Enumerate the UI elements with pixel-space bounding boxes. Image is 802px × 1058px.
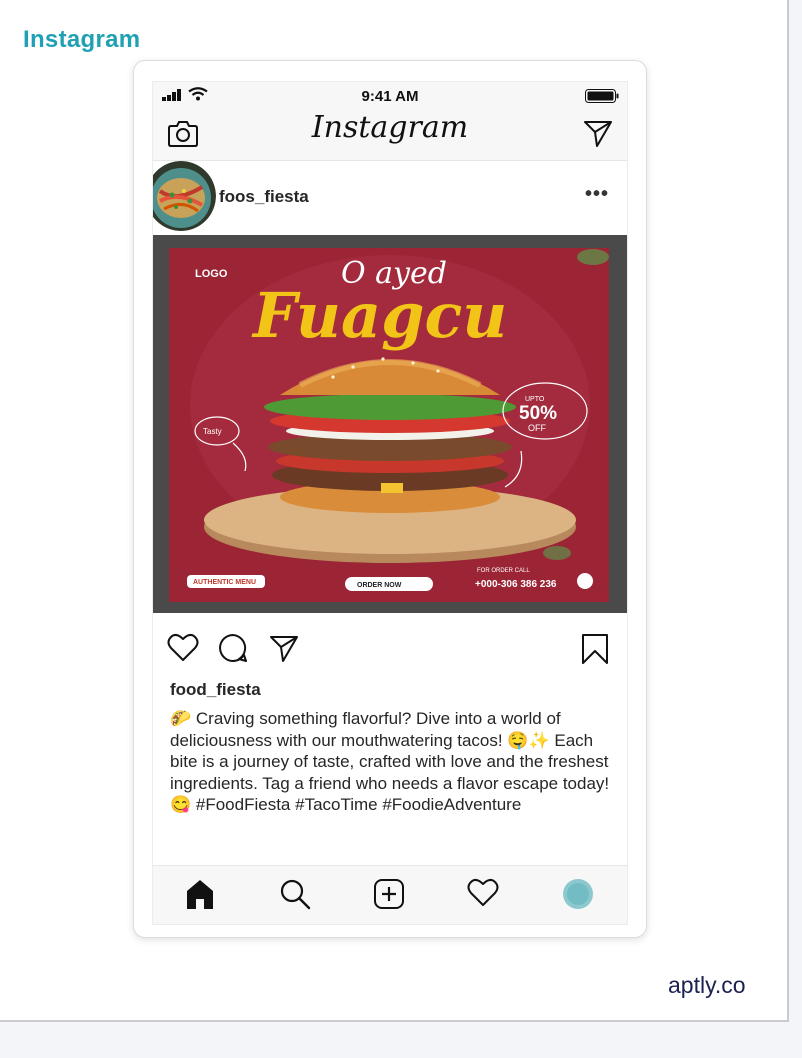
heart-icon[interactable] bbox=[167, 633, 199, 663]
avatar[interactable] bbox=[152, 161, 216, 231]
battery-icon bbox=[585, 89, 619, 103]
burger-promo-graphic: LOGO O ayed Fuagcu UPTO 50% OFF Tasty AU… bbox=[153, 235, 627, 613]
status-time: 9:41 AM bbox=[361, 88, 419, 105]
comment-icon[interactable] bbox=[218, 633, 248, 663]
activity-heart-icon[interactable] bbox=[467, 878, 499, 908]
caption-username[interactable]: food_fiesta bbox=[170, 680, 261, 700]
bookmark-icon[interactable] bbox=[581, 633, 609, 665]
pill-left-text: AUTHENTIC MENU bbox=[193, 579, 256, 586]
pill-center-text: ORDER NOW bbox=[357, 582, 402, 589]
contact-line-1: FOR ORDER CALL bbox=[477, 568, 530, 574]
status-bar: 9:41 AM bbox=[153, 82, 627, 108]
phone-mockup: 9:41 AM Instagram foos_fiesta ••• LOGO O… bbox=[133, 60, 647, 938]
send-icon[interactable] bbox=[583, 118, 613, 148]
canvas: Instagram 9:41 AM Instagram foos_fiesta … bbox=[0, 0, 789, 1022]
home-icon[interactable] bbox=[185, 878, 215, 910]
post-caption: 🌮 Craving something flavorful? Dive into… bbox=[170, 709, 610, 814]
contact-line-2: +000-306 386 236 bbox=[475, 579, 557, 590]
post-actions bbox=[153, 617, 627, 667]
badge-percent: 50% bbox=[519, 403, 557, 424]
bottom-tab-bar bbox=[153, 865, 627, 924]
post-header: foos_fiesta ••• bbox=[153, 161, 627, 231]
phone-screen: 9:41 AM Instagram foos_fiesta ••• LOGO O… bbox=[152, 81, 628, 925]
app-header: Instagram bbox=[153, 108, 627, 161]
add-post-icon[interactable] bbox=[373, 878, 405, 910]
footer-brand: aptly.co bbox=[668, 972, 746, 998]
promo-logo-text: LOGO bbox=[195, 268, 228, 280]
bubble-left-text: Tasty bbox=[203, 427, 222, 436]
share-icon[interactable] bbox=[269, 633, 299, 663]
more-options-icon[interactable]: ••• bbox=[585, 183, 609, 206]
app-logo: Instagram bbox=[311, 110, 469, 145]
profile-avatar[interactable] bbox=[562, 878, 594, 910]
badge-sub-text: OFF bbox=[528, 423, 546, 433]
search-icon[interactable] bbox=[279, 878, 311, 910]
promo-headline: Fuagcu bbox=[251, 279, 507, 352]
post-image[interactable]: LOGO O ayed Fuagcu UPTO 50% OFF Tasty AU… bbox=[153, 235, 627, 613]
post-account-name[interactable]: foos_fiesta bbox=[219, 187, 309, 207]
page-title: Instagram bbox=[23, 26, 141, 53]
badge-small-text: UPTO bbox=[525, 396, 545, 403]
